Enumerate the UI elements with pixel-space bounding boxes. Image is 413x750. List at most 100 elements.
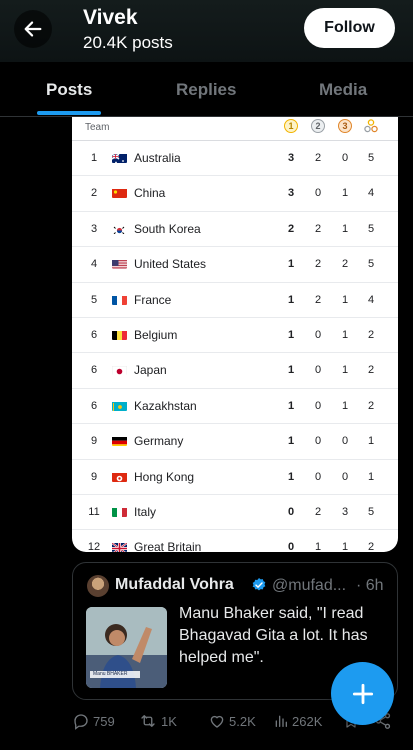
bronze-count: 3 (341, 506, 349, 518)
like-button[interactable]: 5.2K (208, 712, 256, 730)
silver-count: 2 (314, 258, 322, 271)
rank: 5 (90, 293, 98, 306)
flag-belgium-icon (112, 329, 127, 340)
silver-count: 0 (314, 399, 322, 412)
repost-count: 1K (161, 713, 177, 729)
silver-count: 0 (314, 329, 322, 341)
repost-button[interactable]: 1K (138, 712, 177, 730)
arrow-left-icon (24, 21, 42, 37)
tab-media[interactable]: Media (319, 80, 367, 100)
quote-author-handle: @mufad... (272, 577, 347, 594)
flag-united-states-icon (112, 258, 127, 270)
rank: 9 (90, 470, 98, 483)
quote-timestamp: · 6h (356, 577, 384, 594)
bronze-count: 1 (341, 222, 349, 235)
gold-count: 3 (287, 152, 295, 164)
total-count: 1 (367, 435, 375, 448)
total-medals-icon (364, 119, 378, 133)
tab-posts[interactable]: Posts (46, 80, 92, 100)
gold-count: 1 (287, 258, 295, 271)
rank: 1 (90, 152, 98, 164)
profile-name: Vivek (83, 6, 138, 29)
table-row: 9 Germany 1 0 0 1 (72, 424, 398, 460)
total-count: 5 (367, 506, 375, 518)
table-row: 2 China 3 0 1 4 (72, 176, 398, 212)
table-row: 5 France 1 2 1 4 (72, 283, 398, 318)
flag-germany-icon (112, 435, 127, 447)
flag-japan-icon (112, 364, 127, 376)
silver-count: 2 (314, 293, 322, 306)
table-row: 4 United States 1 2 2 5 (72, 247, 398, 283)
total-count: 4 (367, 293, 375, 306)
table-row: 6 Japan 1 0 1 2 (72, 353, 398, 389)
table-header: Team 1 2 3 (72, 117, 398, 141)
flag-france-icon (112, 294, 127, 305)
rank: 12 (87, 541, 101, 552)
plus-icon (352, 683, 373, 704)
rank: 6 (90, 364, 98, 377)
table-row: 3 South Korea 2 2 1 5 (72, 212, 398, 248)
gold-count: 0 (287, 506, 295, 518)
country-name: Kazakhstan (134, 398, 197, 413)
active-tab-indicator (37, 111, 101, 115)
flag-great-britain-icon (112, 541, 127, 552)
flag-australia-icon (112, 152, 127, 163)
total-count: 2 (367, 541, 375, 552)
table-row: 11 Italy 0 2 3 5 (72, 495, 398, 531)
silver-count: 1 (314, 541, 322, 552)
country-name: Japan (134, 363, 167, 378)
reply-icon (74, 714, 88, 730)
follow-button[interactable]: Follow (304, 8, 395, 48)
silver-medal-icon: 2 (311, 119, 325, 133)
country-name: France (134, 292, 172, 307)
gold-count: 2 (287, 222, 295, 235)
gold-count: 1 (287, 364, 295, 377)
quote-text: Manu Bhaker said, "I read Bhagavad Gita … (179, 605, 368, 666)
table-row: 12 Great Britain 0 1 1 2 (72, 530, 398, 552)
country-name: United States (134, 257, 207, 272)
bronze-count: 0 (341, 470, 349, 483)
bronze-count: 1 (341, 541, 349, 552)
table-row: 9 Hong Kong 1 0 0 1 (72, 460, 398, 495)
bronze-count: 1 (341, 329, 349, 341)
bronze-count: 0 (341, 152, 349, 164)
gold-count: 1 (287, 293, 295, 306)
gold-medal-icon: 1 (284, 119, 298, 133)
flag-china-icon (112, 187, 127, 199)
tab-replies[interactable]: Replies (176, 80, 236, 100)
country-name: Italy (134, 505, 157, 519)
silver-count: 2 (314, 152, 322, 164)
reply-button[interactable]: 759 (72, 712, 115, 730)
back-button[interactable] (14, 10, 52, 48)
view-count: 262K (292, 713, 323, 729)
quote-thumbnail-image[interactable]: Manu BHAKER (86, 607, 167, 688)
avatar[interactable] (87, 575, 109, 597)
total-count: 4 (367, 187, 375, 200)
post-image-medal-table[interactable]: Team 1 2 3 1 Australia 3 2 0 5 2 China 3 0 1 4 3 Sout… (72, 117, 398, 552)
country-name: Great Britain (134, 540, 202, 552)
flag-kazakhstan-icon (112, 400, 127, 411)
rank: 6 (90, 329, 98, 341)
rank: 9 (90, 435, 98, 448)
bronze-count: 1 (341, 187, 349, 200)
reply-count: 759 (93, 713, 115, 729)
table-row: 6 Kazakhstan 1 0 1 2 (72, 389, 398, 425)
country-name: Australia (134, 151, 181, 165)
rank: 3 (90, 222, 98, 235)
views-button[interactable]: 262K (273, 712, 322, 730)
silver-count: 0 (314, 187, 322, 200)
total-count: 2 (367, 399, 375, 412)
total-count: 5 (367, 258, 375, 271)
rank: 6 (90, 399, 98, 412)
thumb-caption: Manu BHAKER (93, 671, 128, 677)
total-count: 2 (367, 329, 375, 341)
compose-post-button[interactable] (331, 662, 394, 725)
flag-hong-kong-icon (112, 471, 127, 482)
gold-count: 0 (287, 541, 295, 552)
country-name: Hong Kong (134, 469, 195, 484)
quote-author-name: Mufaddal Vohra (115, 576, 234, 593)
table-row: 6 Belgium 1 0 1 2 (72, 318, 398, 354)
profile-title: Vivek 20.4K posts (83, 6, 173, 54)
gold-count: 1 (287, 399, 295, 412)
country-name: Germany (134, 434, 184, 449)
